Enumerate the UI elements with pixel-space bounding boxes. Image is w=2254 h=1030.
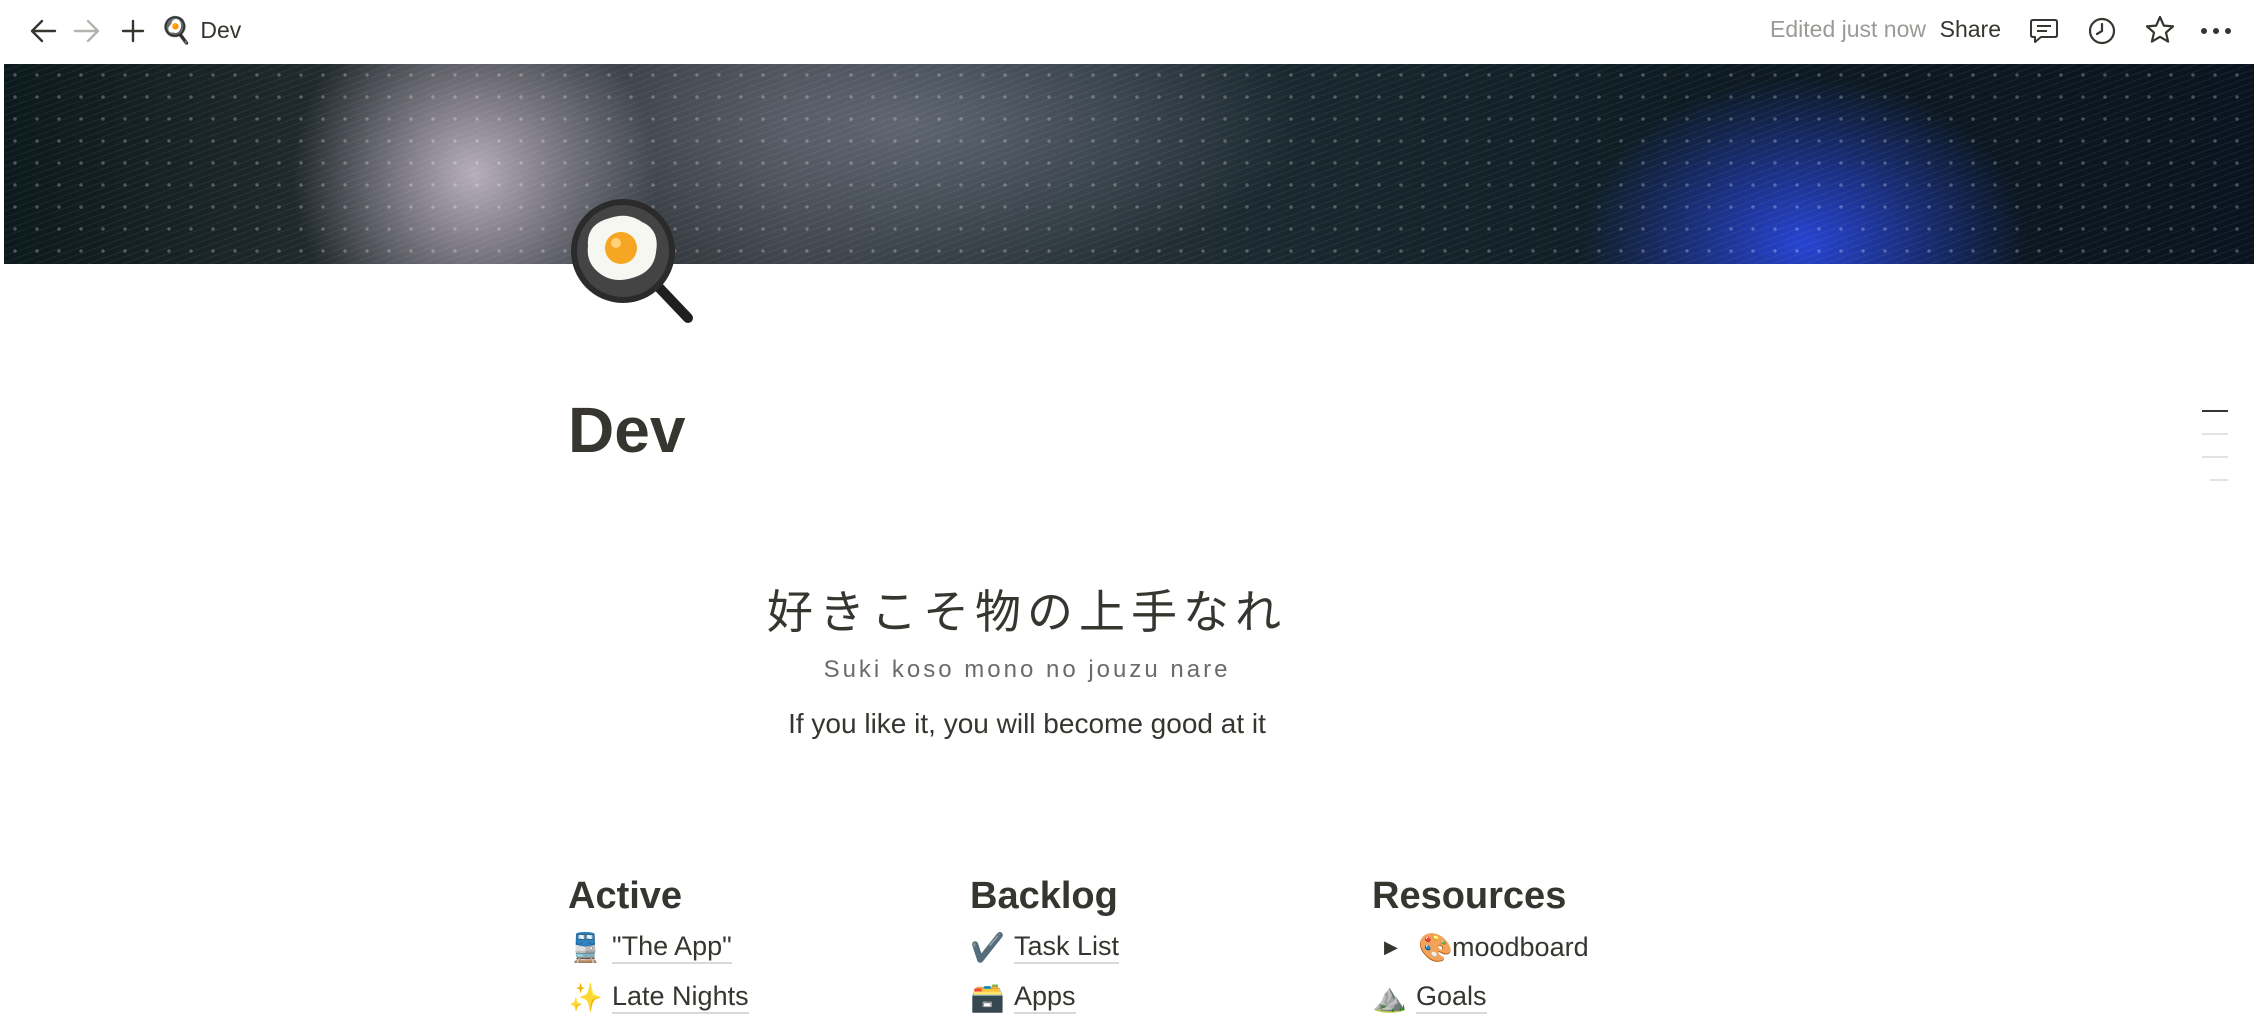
quote-japanese: 好きこそ物の上手なれ (767, 585, 1287, 639)
toggle-triangle-icon[interactable]: ▶ (1384, 937, 1414, 958)
cover-image[interactable] (4, 64, 2254, 264)
page-link-label: Goals (1416, 980, 1487, 1014)
top-bar: 🍳 Dev Edited just now Share (0, 0, 2254, 64)
page-link-task-list[interactable]: ✔️ Task List (970, 922, 1350, 972)
heading-backlog: Backlog (970, 875, 1118, 917)
page-link-the-app[interactable]: 🚆 "The App" (568, 922, 948, 972)
toc-line (2202, 456, 2228, 458)
favorite-star-icon[interactable] (2142, 12, 2178, 48)
page-link-goals[interactable]: ⛰️ Goals (1372, 972, 1752, 1022)
new-page-plus-icon[interactable] (116, 14, 150, 48)
breadcrumb[interactable]: 🍳 Dev (160, 12, 241, 48)
page-link-label: Late Nights (612, 980, 749, 1014)
quote-english: If you like it, you will become good at … (788, 708, 1266, 739)
back-arrow-icon[interactable] (26, 14, 60, 48)
toggle-moodboard[interactable]: ▶ 🎨 moodboard (1372, 922, 1752, 972)
mountain-icon: ⛰️ (1372, 981, 1407, 1013)
page-title[interactable]: Dev (568, 390, 685, 470)
toc-line (2202, 433, 2228, 435)
history-clock-icon[interactable] (2084, 13, 2120, 49)
page-icon-frying-pan[interactable] (568, 196, 698, 326)
page-link-label: "The App" (612, 930, 732, 964)
share-button[interactable]: Share (1940, 14, 2001, 44)
page-link-label: Apps (1014, 980, 1076, 1014)
quote-romaji: Suki koso mono no jouzu nare (823, 656, 1231, 683)
column-resources: Resources ▶ 🎨 moodboard ⛰️ Goals (1372, 870, 1752, 1022)
cover-dots (4, 64, 2254, 264)
toggle-label: moodboard (1452, 931, 1589, 962)
more-options-icon[interactable] (2198, 14, 2234, 48)
toc-line (2210, 479, 2228, 481)
column-backlog: Backlog ✔️ Task List 🗃️ Apps (970, 870, 1350, 1022)
card-box-icon: 🗃️ (970, 981, 1005, 1013)
palette-icon: 🎨 (1418, 931, 1453, 963)
train-icon: 🚆 (568, 931, 603, 963)
forward-arrow-icon[interactable] (70, 14, 104, 48)
sparkles-icon: ✨ (568, 981, 603, 1013)
table-of-contents-minimap[interactable] (2200, 410, 2228, 502)
page-link-apps[interactable]: 🗃️ Apps (970, 972, 1350, 1022)
page-link-label: Task List (1014, 930, 1120, 964)
heading-active: Active (568, 875, 683, 917)
column-active: Active 🚆 "The App" ✨ Late Nights (568, 870, 948, 1022)
toc-line (2202, 410, 2228, 412)
breadcrumb-page-icon: 🍳 (160, 15, 193, 45)
comments-icon[interactable] (2026, 14, 2062, 48)
check-mark-icon: ✔️ (970, 931, 1005, 963)
edited-status: Edited just now (1770, 16, 1926, 42)
heading-resources: Resources (1372, 875, 1567, 917)
page-link-late-nights[interactable]: ✨ Late Nights (568, 972, 948, 1022)
breadcrumb-page-title: Dev (200, 16, 242, 43)
